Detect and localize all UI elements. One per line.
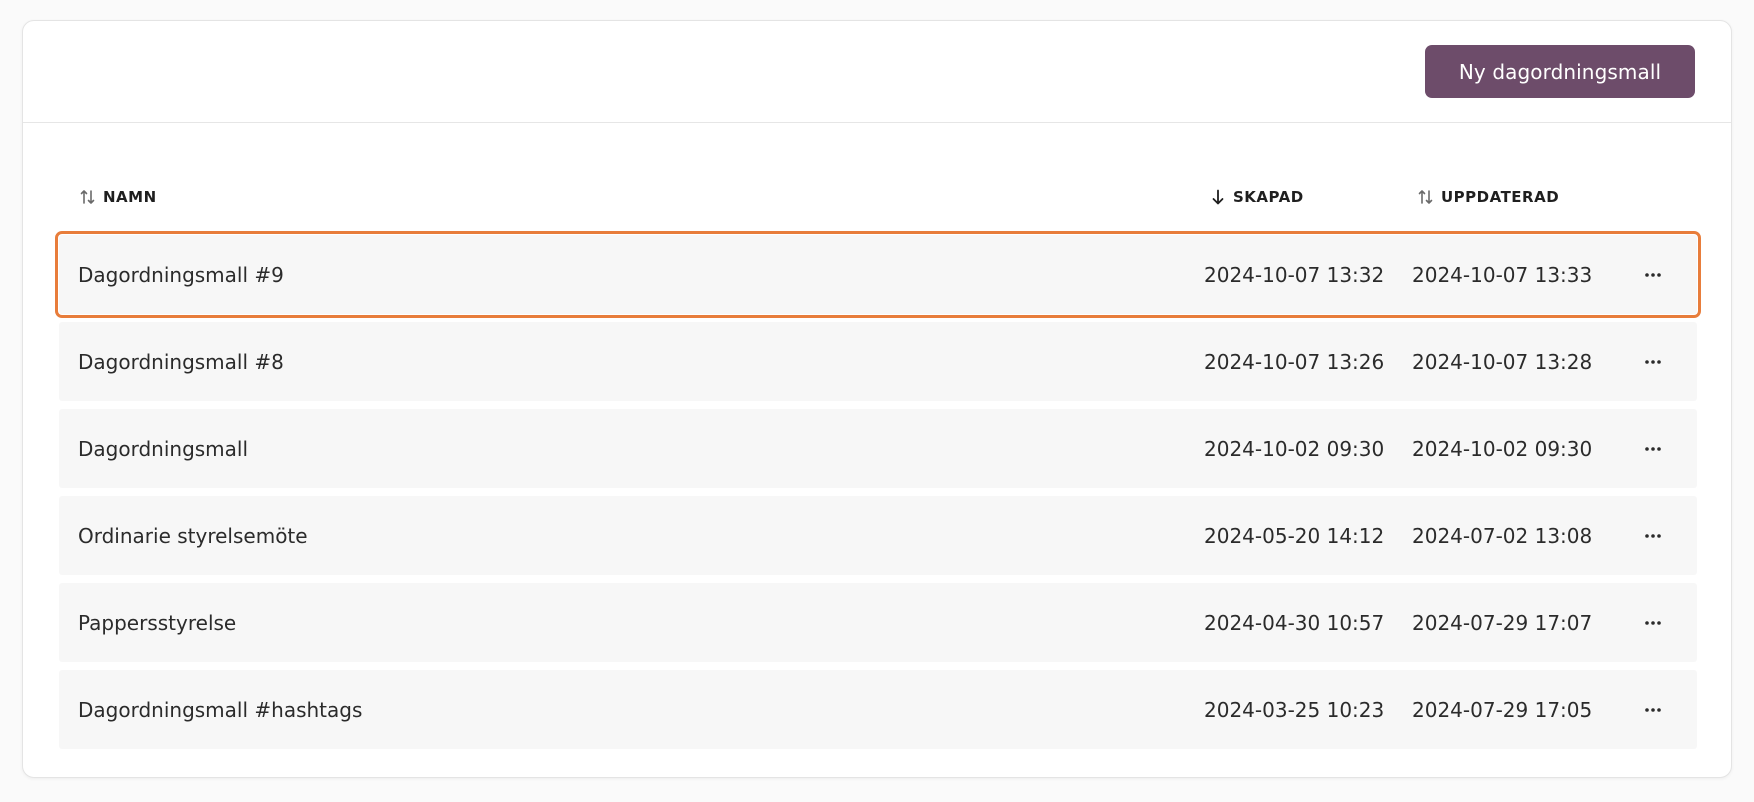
row-actions — [1633, 670, 1673, 749]
column-header-created-label: SKAPAD — [1233, 188, 1304, 206]
row-name: Dagordningsmall #hashtags — [78, 697, 363, 722]
column-header-name-label: NAMN — [103, 188, 157, 206]
sort-both-icon — [79, 188, 97, 206]
row-name: Dagordningsmall #8 — [78, 349, 284, 374]
row-created: 2024-04-30 10:57 — [1204, 610, 1385, 635]
table-row[interactable]: Dagordningsmall #8 2024-10-07 13:26 2024… — [59, 322, 1697, 401]
sort-both-icon — [1417, 188, 1435, 206]
table-body: Dagordningsmall #9 2024-10-07 13:32 2024… — [55, 231, 1701, 749]
row-name: Pappersstyrelse — [78, 610, 237, 635]
column-header-updated[interactable]: UPPDATERAD — [1417, 188, 1559, 206]
table-row[interactable]: Dagordningsmall #hashtags 2024-03-25 10:… — [59, 670, 1697, 749]
sort-desc-icon — [1209, 188, 1227, 206]
more-options-icon[interactable] — [1641, 350, 1665, 374]
more-options-icon[interactable] — [1641, 698, 1665, 722]
row-updated: 2024-07-29 17:05 — [1412, 697, 1593, 722]
table-header: NAMN SKAPAD UPPDATERAD — [59, 176, 1697, 224]
row-created: 2024-05-20 14:12 — [1204, 523, 1385, 548]
table-row[interactable]: Ordinarie styrelsemöte 2024-05-20 14:12 … — [59, 496, 1697, 575]
row-actions — [1633, 583, 1673, 662]
row-actions — [1633, 409, 1673, 488]
row-created: 2024-10-07 13:32 — [1204, 262, 1385, 287]
row-updated: 2024-10-07 13:33 — [1412, 262, 1593, 287]
row-actions — [1633, 235, 1673, 314]
more-options-icon[interactable] — [1641, 611, 1665, 635]
new-agenda-template-button[interactable]: Ny dagordningsmall — [1425, 45, 1695, 98]
more-options-icon[interactable] — [1641, 437, 1665, 461]
more-options-icon[interactable] — [1641, 263, 1665, 287]
templates-card: Ny dagordningsmall NAMN SKAPAD UPPDATERA… — [22, 20, 1732, 778]
templates-table: NAMN SKAPAD UPPDATERAD Dagordningsmall #… — [55, 176, 1701, 757]
row-created: 2024-03-25 10:23 — [1204, 697, 1385, 722]
row-name: Ordinarie styrelsemöte — [78, 523, 308, 548]
column-header-updated-label: UPPDATERAD — [1441, 188, 1560, 206]
column-header-created[interactable]: SKAPAD — [1209, 188, 1304, 206]
row-actions — [1633, 496, 1673, 575]
row-name: Dagordningsmall #9 — [78, 262, 284, 287]
row-created: 2024-10-07 13:26 — [1204, 349, 1385, 374]
row-updated: 2024-07-29 17:07 — [1412, 610, 1593, 635]
row-updated: 2024-10-07 13:28 — [1412, 349, 1593, 374]
card-header: Ny dagordningsmall — [23, 21, 1731, 123]
table-row[interactable]: Dagordningsmall #9 2024-10-07 13:32 2024… — [55, 231, 1701, 318]
table-row[interactable]: Pappersstyrelse 2024-04-30 10:57 2024-07… — [59, 583, 1697, 662]
row-name: Dagordningsmall — [78, 436, 249, 461]
row-updated: 2024-10-02 09:30 — [1412, 436, 1593, 461]
table-row[interactable]: Dagordningsmall 2024-10-02 09:30 2024-10… — [59, 409, 1697, 488]
more-options-icon[interactable] — [1641, 524, 1665, 548]
column-header-name[interactable]: NAMN — [79, 188, 157, 206]
row-created: 2024-10-02 09:30 — [1204, 436, 1385, 461]
row-updated: 2024-07-02 13:08 — [1412, 523, 1593, 548]
row-actions — [1633, 322, 1673, 401]
